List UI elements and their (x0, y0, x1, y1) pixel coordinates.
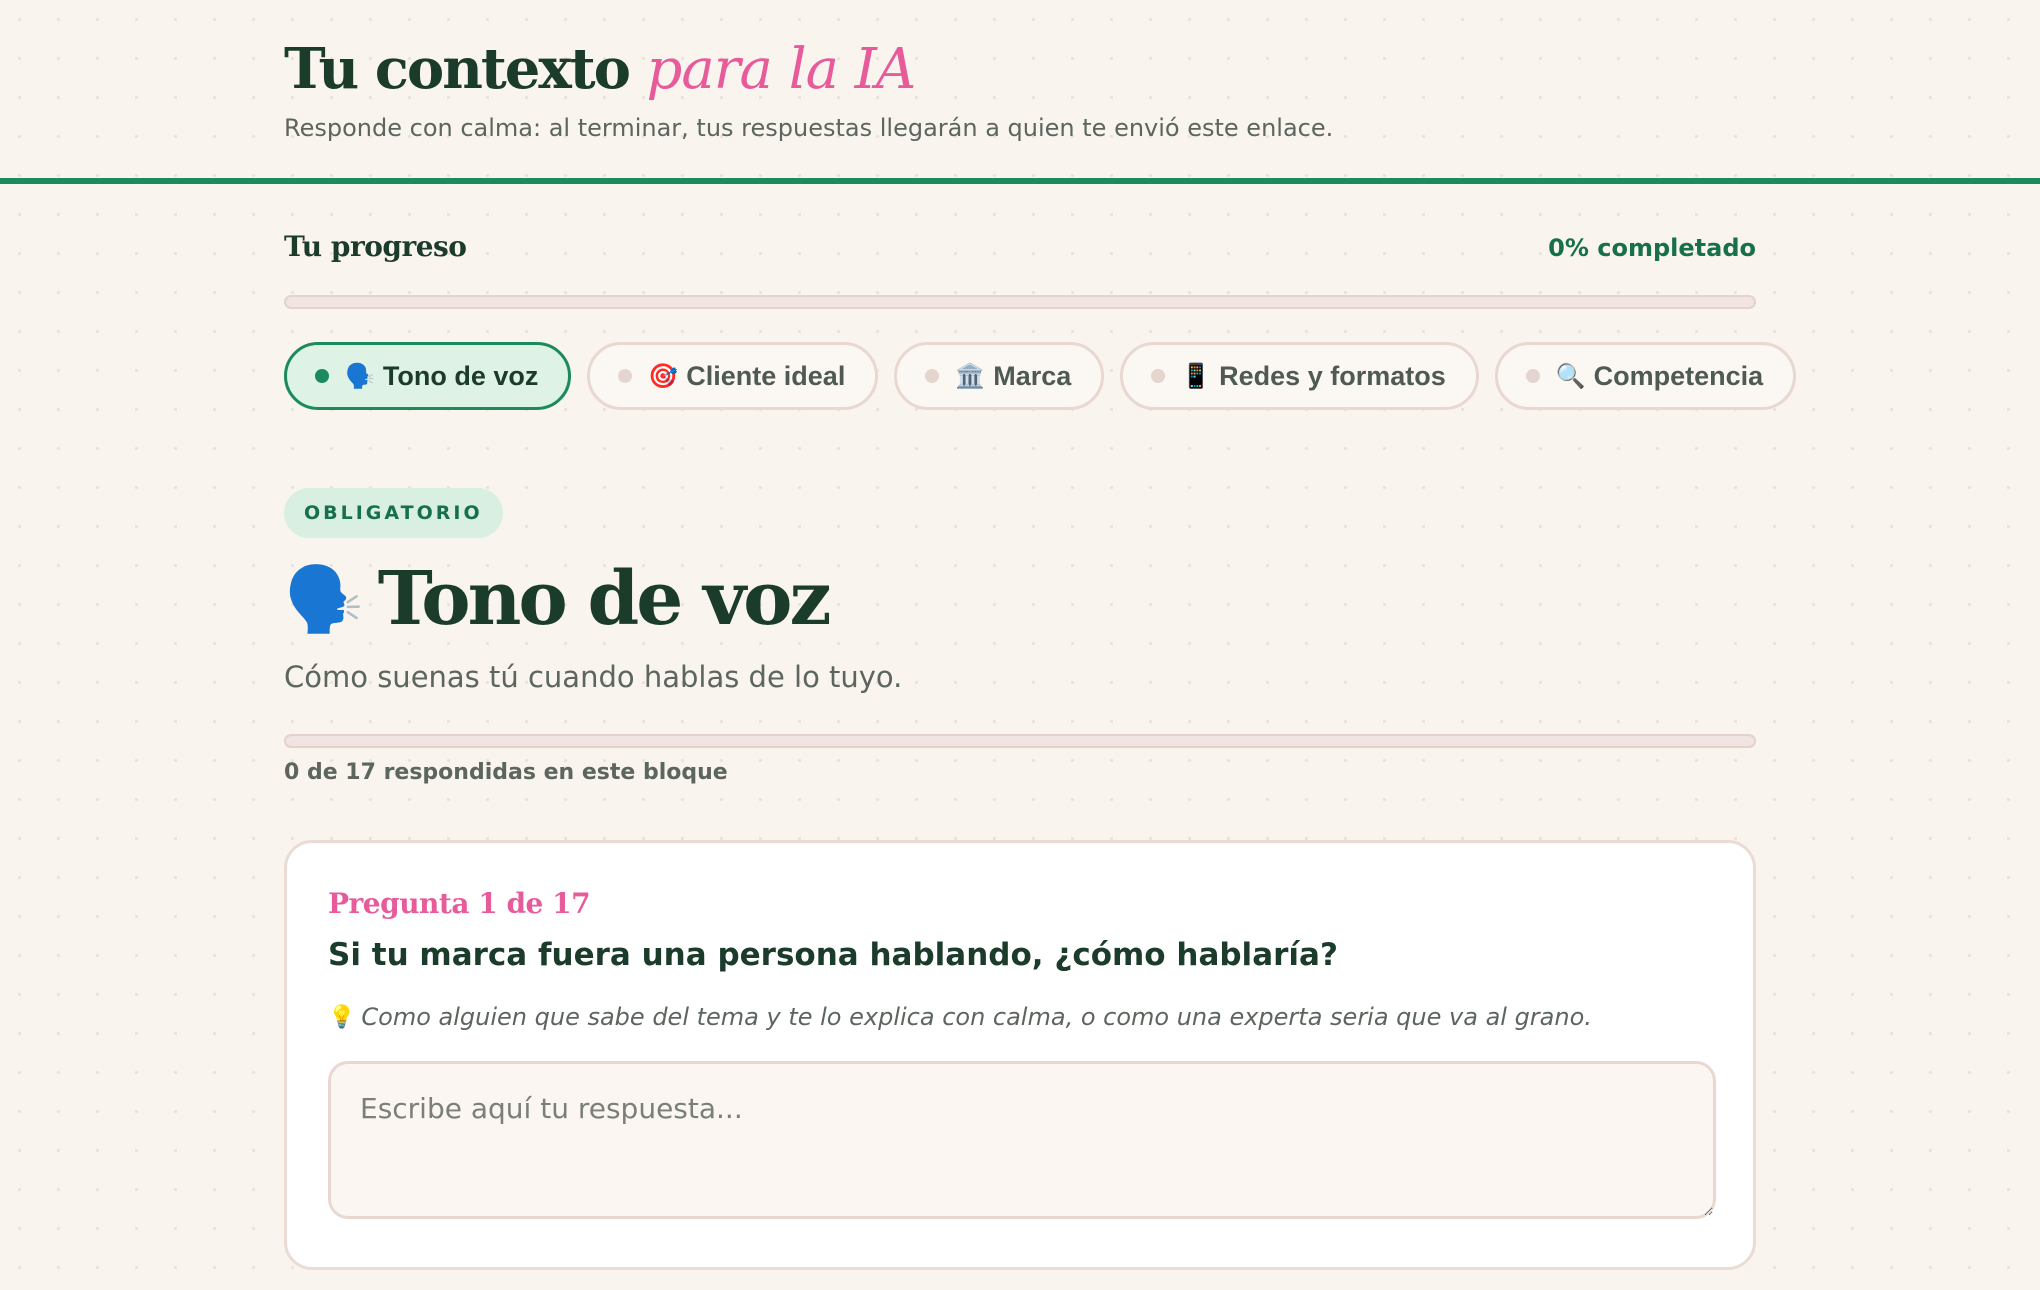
tab-status-dot (1525, 369, 1540, 383)
tab-competencia[interactable]: 🔍 Competencia (1494, 342, 1797, 410)
tab-status-dot (1151, 369, 1166, 383)
section-description: Cómo suenas tú cuando hablas de lo tuyo. (284, 660, 903, 694)
question-text: Si tu marca fuera una persona hablando, … (328, 937, 1338, 973)
tab-status-dot (925, 369, 940, 383)
tab-label: Competencia (1593, 360, 1764, 391)
question-number: Pregunta 1 de 17 (328, 887, 591, 920)
mobile-phone-icon: 📱 (1181, 362, 1212, 390)
tab-status-dot (618, 369, 633, 383)
question-hint-text: Como alguien que sabe del tema y te lo e… (361, 1003, 1592, 1031)
overall-progress-bar (284, 295, 1756, 309)
overall-progress: Tu progreso 0% completado (284, 226, 1756, 272)
tab-tono-de-voz[interactable]: 🗣️ Tono de voz (284, 342, 572, 410)
tab-label: Tono de voz (382, 360, 539, 391)
tab-label: Redes y formatos (1219, 360, 1446, 391)
answered-count: 0 de 17 respondidas en este bloque (284, 760, 728, 785)
question-card: Pregunta 1 de 17 Si tu marca fuera una p… (284, 840, 1756, 1270)
tab-redes-y-formatos[interactable]: 📱 Redes y formatos (1120, 342, 1479, 410)
tab-label: Cliente ideal (686, 360, 846, 391)
required-badge: OBLIGATORIO (284, 488, 503, 538)
page-title: Tu contexto para la IA (284, 36, 917, 102)
question-hint: 💡 Como alguien que sabe del tema y te lo… (328, 1003, 1592, 1031)
speaking-head-icon: 🗣️ (345, 362, 375, 390)
classical-building-icon: 🏛️ (955, 362, 986, 390)
page-subtitle: Responde con calma: al terminar, tus res… (284, 114, 1334, 142)
section-title: 🗣️ Tono de voz (284, 556, 832, 642)
page-title-accent: para la IA (646, 37, 917, 102)
magnifying-glass-icon: 🔍 (1555, 362, 1586, 390)
header-divider (0, 178, 2040, 184)
tab-marca[interactable]: 🏛️ Marca (894, 342, 1105, 410)
section-tabs: 🗣️ Tono de voz 🎯 Cliente ideal 🏛️ Marca … (284, 342, 1797, 410)
progress-title: Tu progreso (284, 230, 467, 263)
lightbulb-icon: 💡 (328, 1004, 356, 1030)
answer-textarea[interactable] (328, 1061, 1716, 1219)
target-icon: 🎯 (648, 362, 679, 390)
section-progress-bar (284, 734, 1756, 748)
progress-percent-label: 0% completado (1548, 234, 1756, 262)
tab-label: Marca (993, 360, 1072, 391)
tab-status-dot (315, 369, 329, 383)
page-title-main: Tu contexto (284, 36, 631, 102)
tab-cliente-ideal[interactable]: 🎯 Cliente ideal (587, 342, 879, 410)
speaking-head-icon: 🗣️ (284, 561, 364, 637)
section-title-text: Tono de voz (377, 556, 832, 642)
page-header: Tu contexto para la IA Responde con calm… (284, 0, 1756, 180)
